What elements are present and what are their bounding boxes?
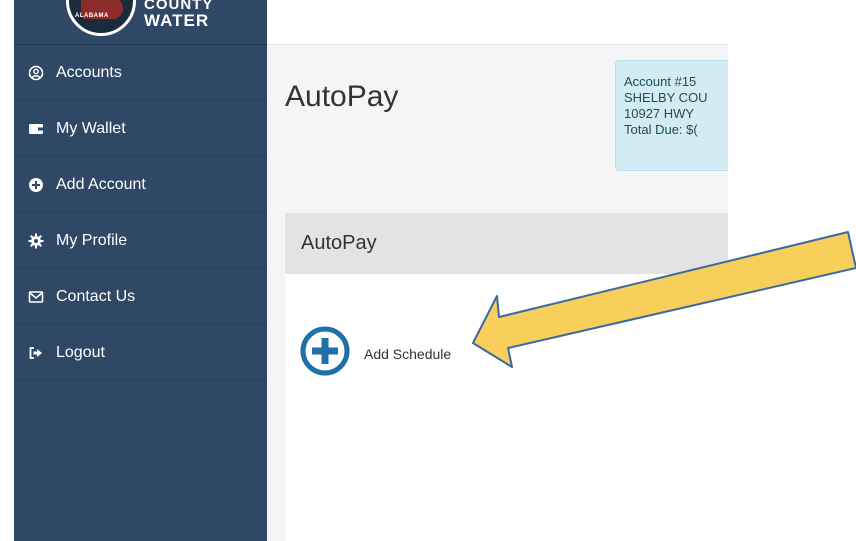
- annotation-arrow: [472, 231, 856, 368]
